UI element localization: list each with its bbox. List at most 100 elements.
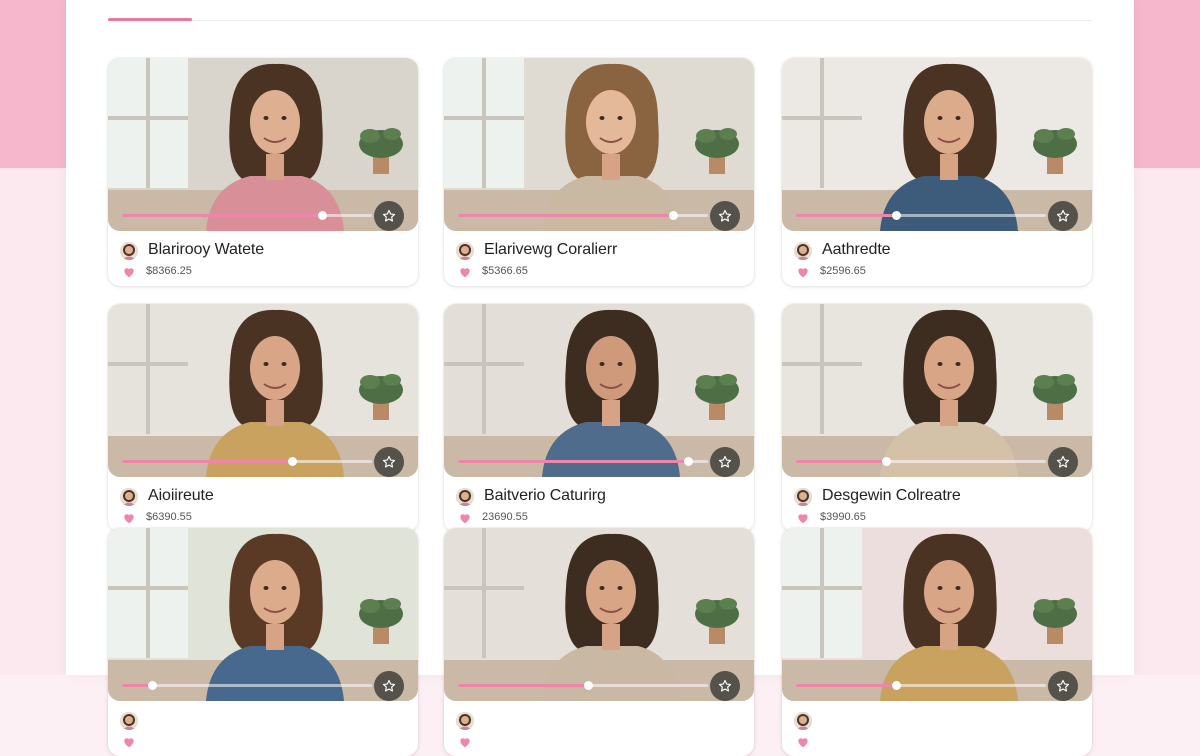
star-icon	[382, 679, 396, 692]
video-price: 23690.55	[482, 511, 528, 523]
thumbnail-image	[108, 304, 418, 477]
star-icon	[382, 209, 396, 222]
favorite-button[interactable]	[1048, 201, 1078, 231]
video-thumbnail[interactable]	[444, 58, 754, 231]
video-meta	[782, 701, 1092, 756]
video-card[interactable]	[782, 528, 1092, 756]
avatar[interactable]	[120, 712, 138, 730]
video-progress-bar[interactable]	[796, 457, 1046, 466]
video-progress-handle[interactable]	[882, 457, 891, 466]
avatar-image	[794, 712, 812, 730]
avatar[interactable]	[794, 712, 812, 730]
avatar-image	[456, 488, 474, 506]
video-card[interactable]	[108, 528, 418, 756]
avatar-image	[794, 242, 812, 260]
video-card[interactable]: Baitverio Caturirg 23690.55	[444, 304, 754, 532]
video-progress-handle[interactable]	[148, 681, 157, 690]
video-progress-bar[interactable]	[458, 211, 708, 220]
heart-icon[interactable]	[796, 735, 810, 749]
video-card[interactable]: Desgewin Colreatre $3990.65	[782, 304, 1092, 532]
video-progress-bar[interactable]	[122, 211, 372, 220]
video-price: $6390.55	[146, 511, 192, 523]
video-thumbnail[interactable]	[108, 528, 418, 701]
video-progress-handle[interactable]	[288, 457, 297, 466]
video-price: $5366.65	[482, 265, 528, 277]
video-progress-fill	[122, 460, 292, 463]
video-progress-handle[interactable]	[584, 681, 593, 690]
heart-icon[interactable]	[122, 511, 136, 525]
video-title[interactable]: Baitverio Caturirg	[484, 487, 606, 505]
video-progress-bar[interactable]	[122, 457, 372, 466]
video-meta	[444, 701, 754, 756]
thumbnail-image	[444, 58, 754, 231]
video-progress-handle[interactable]	[684, 457, 693, 466]
thumbnail-image	[108, 528, 418, 701]
video-thumbnail[interactable]	[782, 58, 1092, 231]
video-thumbnail[interactable]	[782, 528, 1092, 701]
favorite-button[interactable]	[710, 201, 740, 231]
video-progress-fill	[796, 460, 886, 463]
heart-icon[interactable]	[458, 511, 472, 525]
video-thumbnail[interactable]	[108, 58, 418, 231]
video-progress-bar[interactable]	[458, 681, 708, 690]
video-card[interactable]: Aathredte $2596.65	[782, 58, 1092, 286]
favorite-button[interactable]	[710, 447, 740, 477]
video-meta: Aathredte $2596.65	[782, 231, 1092, 286]
star-icon	[1056, 455, 1070, 468]
heart-icon[interactable]	[122, 735, 136, 749]
video-meta: Elarivewg Coralierr $5366.65	[444, 231, 754, 286]
video-card[interactable]: Aioiireute $6390.55	[108, 304, 418, 532]
video-title[interactable]: Desgewin Colreatre	[822, 487, 961, 505]
video-progress-bar[interactable]	[796, 681, 1046, 690]
avatar[interactable]	[456, 488, 474, 506]
video-progress-bar[interactable]	[458, 457, 708, 466]
tab-bar	[108, 0, 1092, 21]
video-price: $3990.65	[820, 511, 866, 523]
avatar-image	[120, 242, 138, 260]
heart-icon[interactable]	[458, 735, 472, 749]
video-thumbnail[interactable]	[782, 304, 1092, 477]
video-progress-fill	[458, 460, 688, 463]
heart-icon[interactable]	[796, 511, 810, 525]
favorite-button[interactable]	[1048, 447, 1078, 477]
video-meta: Blarirooy Watete $8366.25	[108, 231, 418, 286]
avatar[interactable]	[456, 242, 474, 260]
video-title[interactable]: Blarirooy Watete	[148, 241, 264, 259]
video-progress-handle[interactable]	[669, 211, 678, 220]
video-progress-handle[interactable]	[318, 211, 327, 220]
star-icon	[1056, 209, 1070, 222]
favorite-button[interactable]	[710, 671, 740, 701]
avatar[interactable]	[120, 242, 138, 260]
video-progress-bar[interactable]	[122, 681, 372, 690]
star-icon	[718, 679, 732, 692]
video-progress-bar[interactable]	[796, 211, 1046, 220]
video-card[interactable]: Elarivewg Coralierr $5366.65	[444, 58, 754, 286]
video-progress-handle[interactable]	[892, 681, 901, 690]
video-thumbnail[interactable]	[444, 304, 754, 477]
avatar[interactable]	[120, 488, 138, 506]
heart-icon[interactable]	[796, 265, 810, 279]
thumbnail-image	[782, 528, 1092, 701]
avatar-image	[456, 242, 474, 260]
avatar-image	[456, 712, 474, 730]
video-title[interactable]: Aathredte	[822, 241, 891, 259]
avatar[interactable]	[794, 488, 812, 506]
video-thumbnail[interactable]	[444, 528, 754, 701]
heart-icon[interactable]	[458, 265, 472, 279]
video-progress-handle[interactable]	[892, 211, 901, 220]
avatar[interactable]	[794, 242, 812, 260]
heart-icon[interactable]	[122, 265, 136, 279]
video-card[interactable]	[444, 528, 754, 756]
favorite-button[interactable]	[1048, 671, 1078, 701]
video-title[interactable]: Elarivewg Coralierr	[484, 241, 617, 259]
star-icon	[718, 209, 732, 222]
avatar[interactable]	[456, 712, 474, 730]
favorite-button[interactable]	[374, 201, 404, 231]
favorite-button[interactable]	[374, 447, 404, 477]
video-card[interactable]: Blarirooy Watete $8366.25	[108, 58, 418, 286]
video-thumbnail[interactable]	[108, 304, 418, 477]
favorite-button[interactable]	[374, 671, 404, 701]
video-progress-fill	[122, 214, 322, 217]
video-title[interactable]: Aioiireute	[148, 487, 214, 505]
video-progress-fill	[458, 214, 673, 217]
